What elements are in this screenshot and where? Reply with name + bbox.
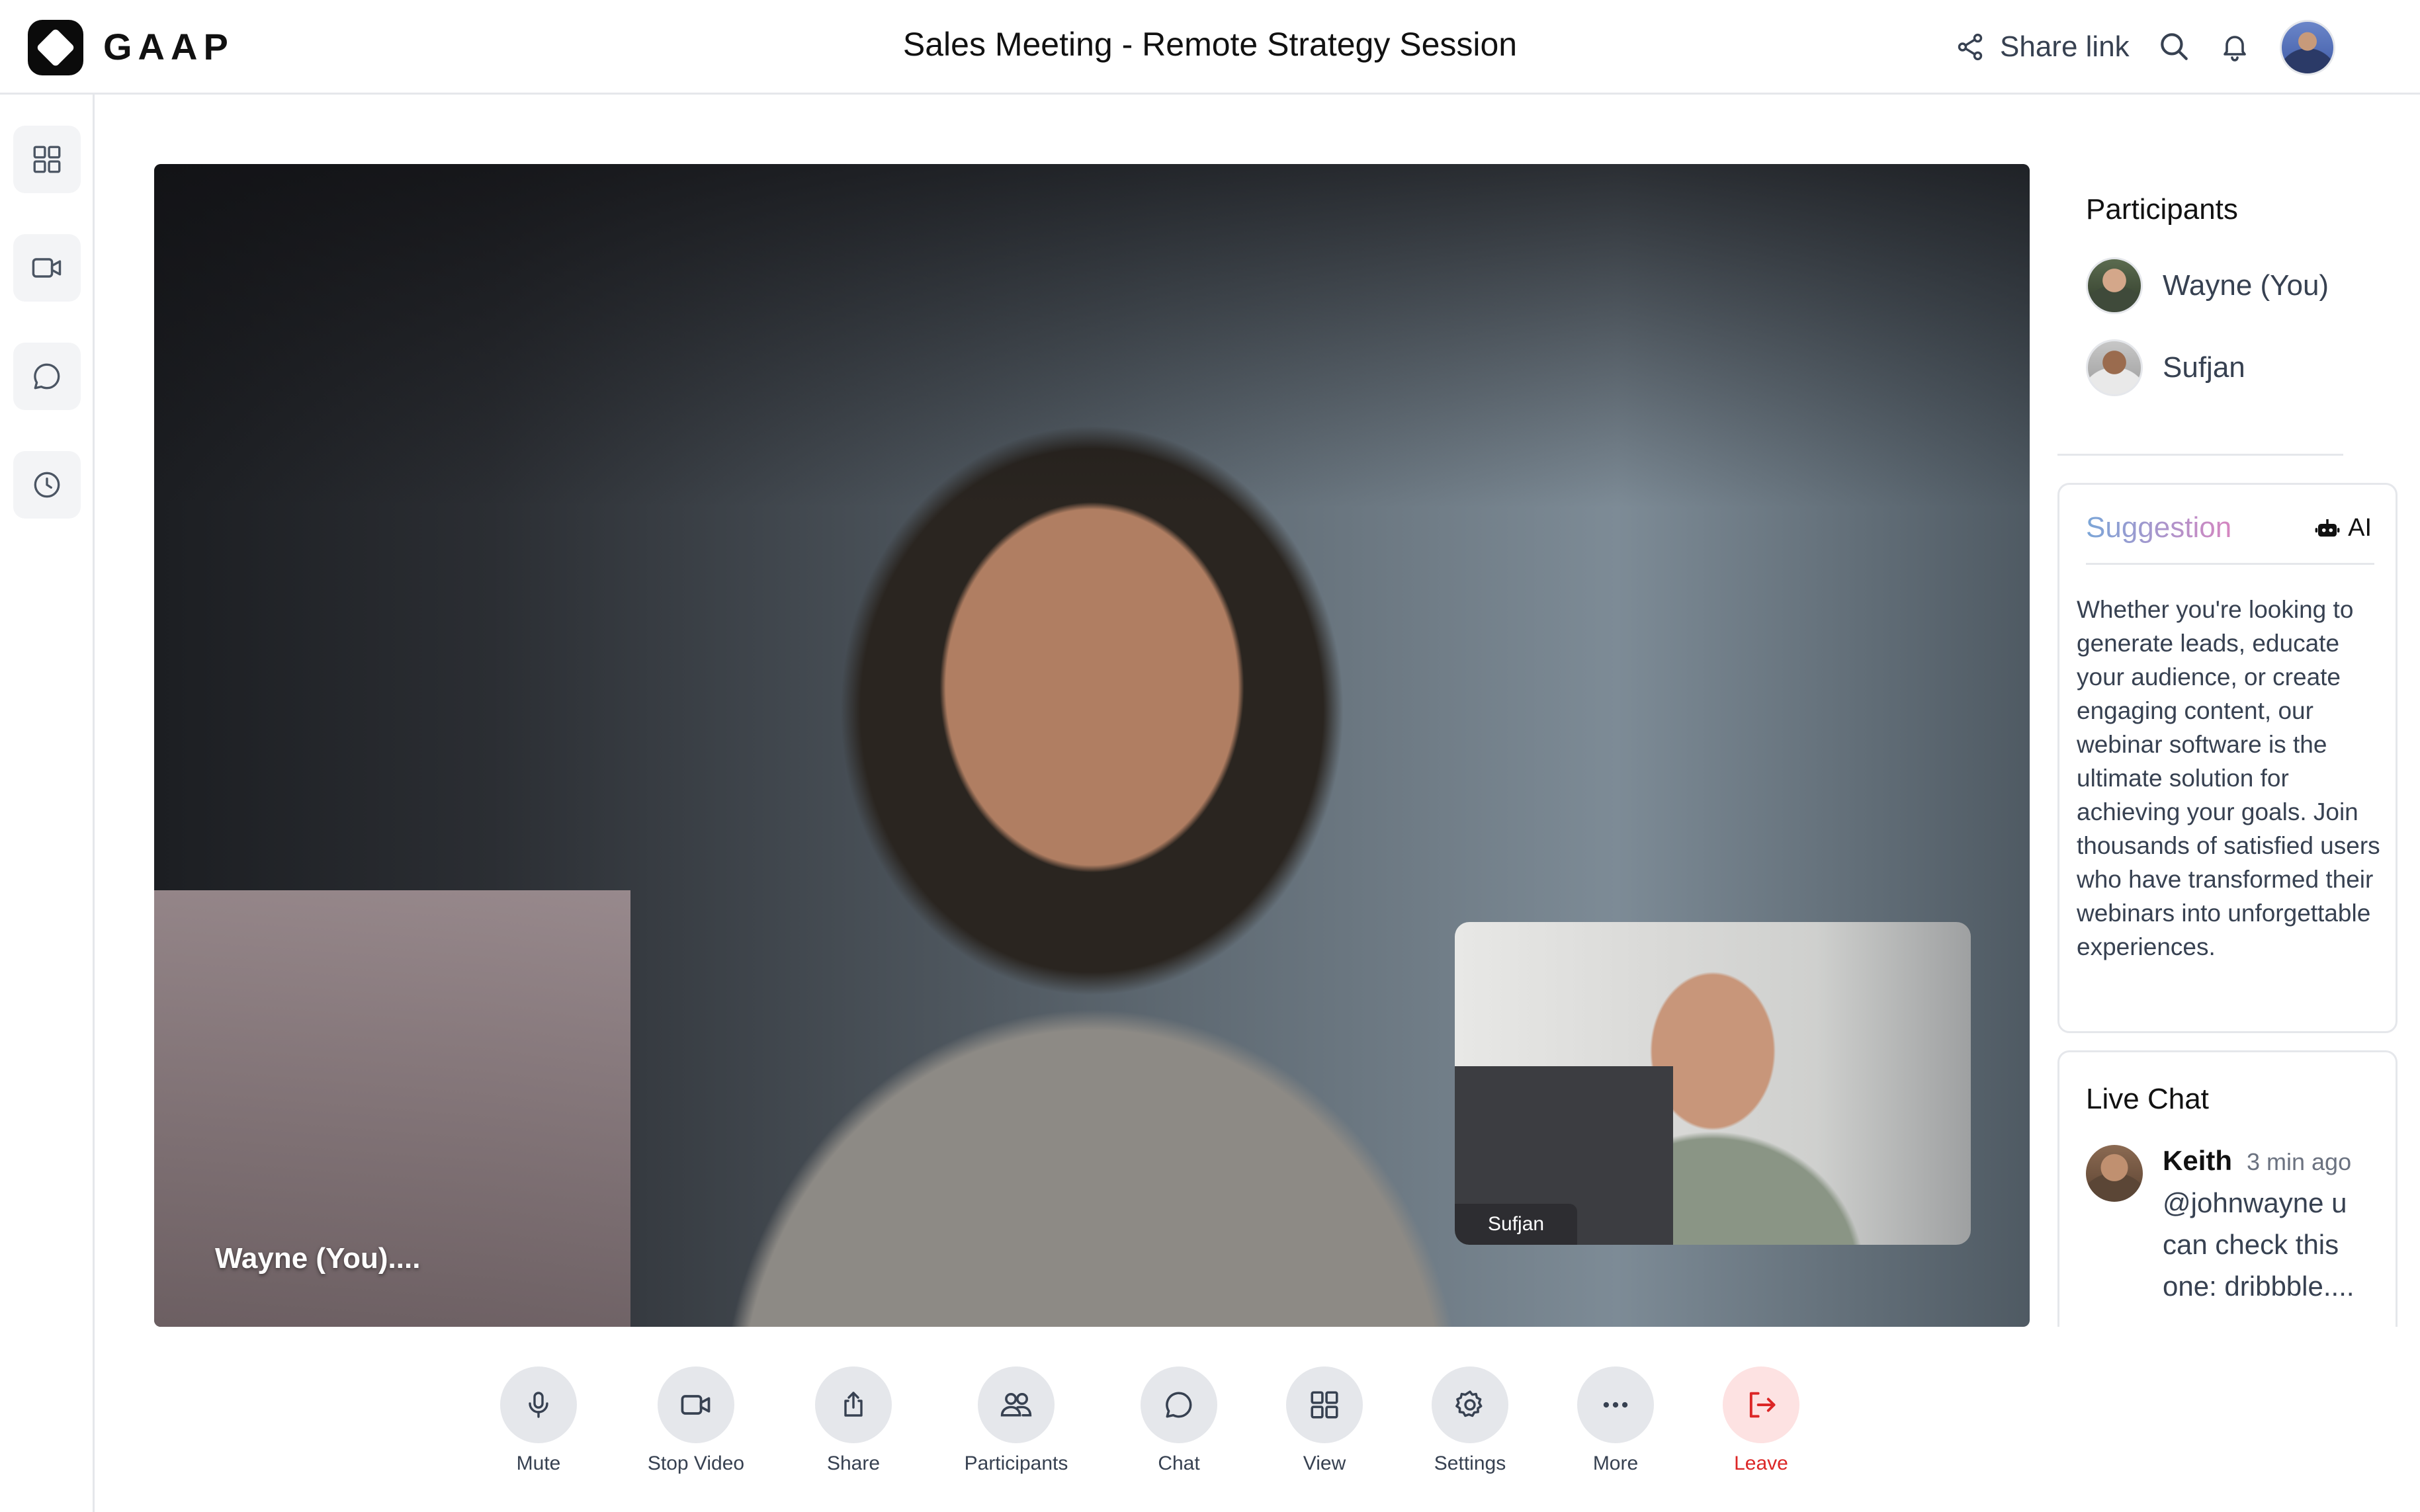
view-label: View bbox=[1303, 1452, 1346, 1474]
suggestion-text: Whether you're looking to generate leads… bbox=[2077, 596, 2380, 960]
share-icon bbox=[1955, 32, 1985, 62]
share-label: Share bbox=[826, 1452, 881, 1474]
search-icon[interactable] bbox=[2154, 26, 2194, 66]
sidebar-item-dashboard[interactable] bbox=[13, 126, 81, 193]
picture-in-picture-video[interactable]: Sufjan bbox=[1455, 922, 1971, 1245]
sidebar-item-video[interactable] bbox=[13, 234, 81, 302]
participants-title: Participants bbox=[2086, 193, 2238, 226]
video-background bbox=[154, 164, 2030, 508]
sidebar-item-history[interactable] bbox=[13, 451, 81, 519]
grid-view-icon bbox=[1308, 1388, 1341, 1421]
microphone-icon bbox=[523, 1389, 554, 1421]
clock-icon bbox=[30, 468, 64, 501]
leave-button[interactable]: Leave bbox=[1695, 1366, 1827, 1475]
participants-label: Participants bbox=[964, 1452, 1068, 1474]
video-icon bbox=[30, 251, 64, 285]
leave-label: Leave bbox=[1734, 1452, 1788, 1474]
sidebar-item-chat[interactable] bbox=[13, 343, 81, 410]
people-icon bbox=[998, 1387, 1034, 1423]
bell-icon[interactable] bbox=[2215, 26, 2255, 66]
chat-timestamp: 3 min ago bbox=[2247, 1148, 2352, 1175]
participant-row[interactable]: Sufjan bbox=[2086, 339, 2245, 396]
share-link-label: Share link bbox=[2000, 30, 2130, 63]
more-label: More bbox=[1592, 1452, 1639, 1474]
top-bar: GAAP Sales Meeting - Remote Strategy Ses… bbox=[0, 0, 2420, 95]
live-chat-title: Live Chat bbox=[2086, 1083, 2209, 1115]
chat-message[interactable]: Keith 3 min ago @johnwayne u can check th… bbox=[2086, 1145, 2381, 1307]
video-camera-icon bbox=[679, 1388, 713, 1422]
stop-video-button[interactable]: Stop Video bbox=[630, 1366, 762, 1475]
suggestion-divider bbox=[2086, 563, 2374, 565]
suggestion-title: Suggestion bbox=[2086, 511, 2232, 544]
left-sidebar bbox=[0, 95, 95, 1512]
participant-name: Sufjan bbox=[2163, 351, 2245, 384]
participants-button[interactable]: Participants bbox=[950, 1366, 1082, 1475]
gear-icon bbox=[1453, 1388, 1487, 1422]
pip-name-label: Sufjan bbox=[1455, 1204, 1578, 1245]
ai-label: AI bbox=[2348, 514, 2372, 542]
share-link-button[interactable]: Share link bbox=[1955, 25, 2130, 69]
participant-avatar bbox=[2086, 257, 2143, 314]
mute-label: Mute bbox=[516, 1452, 561, 1474]
user-avatar[interactable] bbox=[2280, 20, 2335, 75]
more-dots-icon bbox=[1598, 1388, 1633, 1422]
suggestion-card: Suggestion AI Whether you're looking to … bbox=[2057, 483, 2398, 1033]
main-video-feed[interactable]: Wayne (You).... Sufjan bbox=[154, 164, 2030, 1327]
more-button[interactable]: More bbox=[1549, 1366, 1682, 1475]
participant-name: Wayne (You) bbox=[2163, 269, 2329, 302]
chat-message-text: @johnwayne u can check this one: dribbbl… bbox=[2163, 1187, 2355, 1302]
share-upload-icon bbox=[838, 1389, 869, 1421]
brand-name: GAAP bbox=[103, 26, 234, 67]
grid-icon bbox=[30, 143, 64, 176]
chat-label: Chat bbox=[1158, 1452, 1200, 1474]
logo-icon[interactable] bbox=[28, 20, 83, 75]
live-chat-card: Live Chat Keith 3 min ago @johnwayne u ca… bbox=[2057, 1050, 2398, 1327]
ai-badge: AI bbox=[2313, 514, 2372, 542]
leave-icon bbox=[1744, 1388, 1778, 1422]
chat-button[interactable]: Chat bbox=[1113, 1366, 1245, 1475]
mute-button[interactable]: Mute bbox=[472, 1366, 605, 1475]
speaker-name-label: Wayne (You).... bbox=[215, 1242, 421, 1275]
chat-author-avatar bbox=[2086, 1145, 2143, 1202]
view-button[interactable]: View bbox=[1258, 1366, 1391, 1475]
settings-button[interactable]: Settings bbox=[1404, 1366, 1536, 1475]
meeting-title: Sales Meeting - Remote Strategy Session bbox=[902, 26, 1518, 63]
robot-icon bbox=[2313, 515, 2341, 542]
chat-author: Keith bbox=[2163, 1145, 2232, 1176]
stop-video-label: Stop Video bbox=[647, 1452, 745, 1474]
chat-bubble-icon bbox=[30, 360, 64, 393]
share-button[interactable]: Share bbox=[787, 1366, 920, 1475]
settings-label: Settings bbox=[1434, 1452, 1506, 1474]
chat-icon bbox=[1162, 1388, 1195, 1421]
panel-divider bbox=[2057, 454, 2343, 456]
participant-row[interactable]: Wayne (You) bbox=[2086, 257, 2329, 314]
participant-avatar bbox=[2086, 339, 2143, 396]
